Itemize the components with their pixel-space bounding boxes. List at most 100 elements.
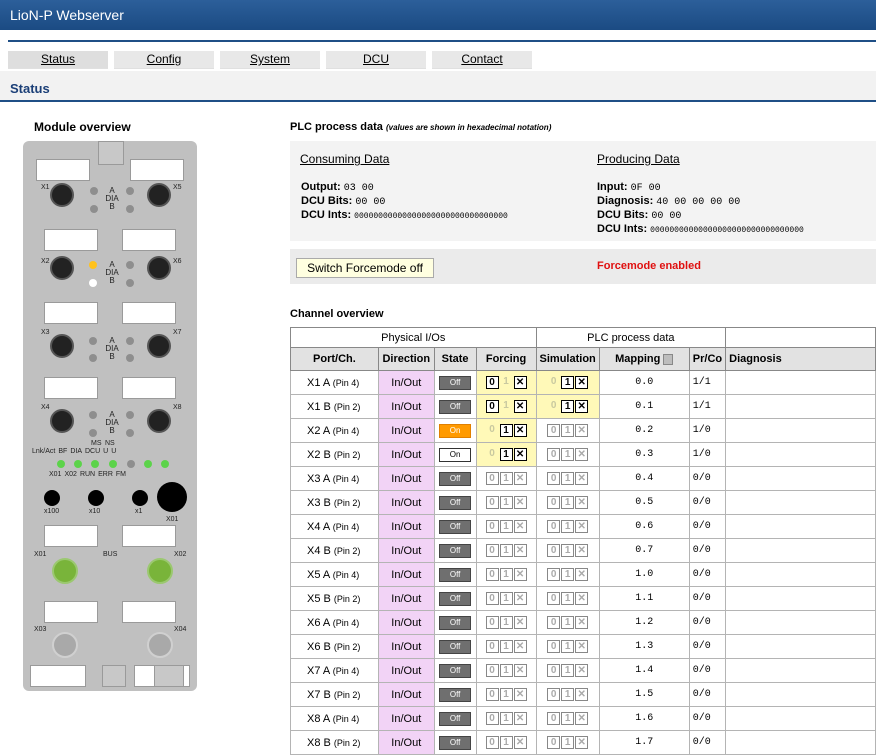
switch-forcemode-button[interactable]: Switch Forcemode off <box>296 258 434 278</box>
sim-x-button[interactable]: ✕ <box>575 376 589 389</box>
sim-0-button[interactable]: 0 <box>547 520 561 533</box>
sim-0-button[interactable]: 0 <box>547 400 560 413</box>
sim-1-button[interactable]: 1 <box>561 568 575 581</box>
force-1-button[interactable]: 1 <box>499 616 513 629</box>
force-x-button[interactable]: ✕ <box>513 376 527 389</box>
force-1-button[interactable]: 1 <box>499 496 513 509</box>
force-1-button[interactable]: 1 <box>499 712 513 725</box>
sim-1-button[interactable]: 1 <box>561 736 575 749</box>
sim-1-button[interactable]: 1 <box>561 424 575 437</box>
tab-status[interactable]: Status <box>8 51 108 69</box>
force-1-button[interactable]: 1 <box>499 568 513 581</box>
sim-1-button[interactable]: 1 <box>561 400 575 413</box>
force-0-button[interactable]: 0 <box>485 736 499 749</box>
force-x-button[interactable]: ✕ <box>513 472 527 485</box>
force-0-button[interactable]: 0 <box>485 688 499 701</box>
sim-x-button[interactable]: ✕ <box>575 472 589 485</box>
force-0-button[interactable]: 0 <box>485 376 499 389</box>
sim-x-button[interactable]: ✕ <box>575 568 589 581</box>
sim-1-button[interactable]: 1 <box>561 496 575 509</box>
tab-contact[interactable]: Contact <box>432 51 532 69</box>
force-x-button[interactable]: ✕ <box>513 424 527 437</box>
sim-0-button[interactable]: 0 <box>547 736 561 749</box>
force-0-button[interactable]: 0 <box>485 592 499 605</box>
force-1-button[interactable]: 1 <box>499 640 513 653</box>
sim-0-button[interactable]: 0 <box>547 640 561 653</box>
force-1-button[interactable]: 1 <box>499 592 513 605</box>
sim-x-button[interactable]: ✕ <box>575 424 589 437</box>
sim-x-button[interactable]: ✕ <box>575 400 589 413</box>
sim-x-button[interactable]: ✕ <box>575 712 589 725</box>
sim-1-button[interactable]: 1 <box>561 544 575 557</box>
sim-0-button[interactable]: 0 <box>547 712 561 725</box>
sim-0-button[interactable]: 0 <box>547 424 561 437</box>
force-1-button[interactable]: 1 <box>499 448 513 461</box>
force-0-button[interactable]: 0 <box>486 448 499 461</box>
sim-x-button[interactable]: ✕ <box>575 736 589 749</box>
sim-x-button[interactable]: ✕ <box>575 688 589 701</box>
force-x-button[interactable]: ✕ <box>513 712 527 725</box>
sim-0-button[interactable]: 0 <box>547 472 561 485</box>
sim-1-button[interactable]: 1 <box>561 640 575 653</box>
sim-x-button[interactable]: ✕ <box>575 448 589 461</box>
force-x-button[interactable]: ✕ <box>513 736 527 749</box>
sim-0-button[interactable]: 0 <box>547 376 560 389</box>
sim-x-button[interactable]: ✕ <box>575 664 589 677</box>
force-x-button[interactable]: ✕ <box>513 568 527 581</box>
force-0-button[interactable]: 0 <box>485 712 499 725</box>
force-0-button[interactable]: 0 <box>485 496 499 509</box>
sim-0-button[interactable]: 0 <box>547 448 561 461</box>
force-x-button[interactable]: ✕ <box>513 496 527 509</box>
sim-0-button[interactable]: 0 <box>547 616 561 629</box>
sim-0-button[interactable]: 0 <box>547 688 561 701</box>
force-1-button[interactable]: 1 <box>499 520 513 533</box>
sim-x-button[interactable]: ✕ <box>575 592 589 605</box>
force-1-button[interactable]: 1 <box>499 424 513 437</box>
sim-1-button[interactable]: 1 <box>561 472 575 485</box>
force-x-button[interactable]: ✕ <box>513 400 527 413</box>
sim-1-button[interactable]: 1 <box>561 616 575 629</box>
sim-1-button[interactable]: 1 <box>561 448 575 461</box>
force-1-button[interactable]: 1 <box>499 664 513 677</box>
sim-x-button[interactable]: ✕ <box>575 496 589 509</box>
tab-dcu[interactable]: DCU <box>326 51 426 69</box>
sim-0-button[interactable]: 0 <box>547 592 561 605</box>
sim-1-button[interactable]: 1 <box>561 592 575 605</box>
force-x-button[interactable]: ✕ <box>513 688 527 701</box>
force-x-button[interactable]: ✕ <box>513 640 527 653</box>
sim-x-button[interactable]: ✕ <box>575 544 589 557</box>
sim-x-button[interactable]: ✕ <box>575 640 589 653</box>
force-x-button[interactable]: ✕ <box>513 592 527 605</box>
sim-x-button[interactable]: ✕ <box>575 616 589 629</box>
tab-system[interactable]: System <box>220 51 320 69</box>
force-1-button[interactable]: 1 <box>500 400 513 413</box>
force-1-button[interactable]: 1 <box>499 688 513 701</box>
sim-0-button[interactable]: 0 <box>547 568 561 581</box>
sim-x-button[interactable]: ✕ <box>575 520 589 533</box>
force-x-button[interactable]: ✕ <box>513 664 527 677</box>
force-0-button[interactable]: 0 <box>485 616 499 629</box>
sim-1-button[interactable]: 1 <box>561 520 575 533</box>
force-x-button[interactable]: ✕ <box>513 448 527 461</box>
force-0-button[interactable]: 0 <box>485 640 499 653</box>
force-1-button[interactable]: 1 <box>499 736 513 749</box>
force-0-button[interactable]: 0 <box>485 520 499 533</box>
force-0-button[interactable]: 0 <box>485 400 499 413</box>
force-0-button[interactable]: 0 <box>485 472 499 485</box>
force-0-button[interactable]: 0 <box>485 544 499 557</box>
force-1-button[interactable]: 1 <box>499 472 513 485</box>
force-0-button[interactable]: 0 <box>485 664 499 677</box>
force-x-button[interactable]: ✕ <box>513 544 527 557</box>
force-1-button[interactable]: 1 <box>500 376 513 389</box>
tab-config[interactable]: Config <box>114 51 214 69</box>
force-x-button[interactable]: ✕ <box>513 616 527 629</box>
calculator-icon[interactable] <box>663 353 674 365</box>
force-1-button[interactable]: 1 <box>499 544 513 557</box>
sim-1-button[interactable]: 1 <box>561 712 575 725</box>
sim-1-button[interactable]: 1 <box>561 688 575 701</box>
force-0-button[interactable]: 0 <box>485 568 499 581</box>
sim-1-button[interactable]: 1 <box>561 664 575 677</box>
sim-0-button[interactable]: 0 <box>547 664 561 677</box>
force-x-button[interactable]: ✕ <box>513 520 527 533</box>
force-0-button[interactable]: 0 <box>486 424 499 437</box>
